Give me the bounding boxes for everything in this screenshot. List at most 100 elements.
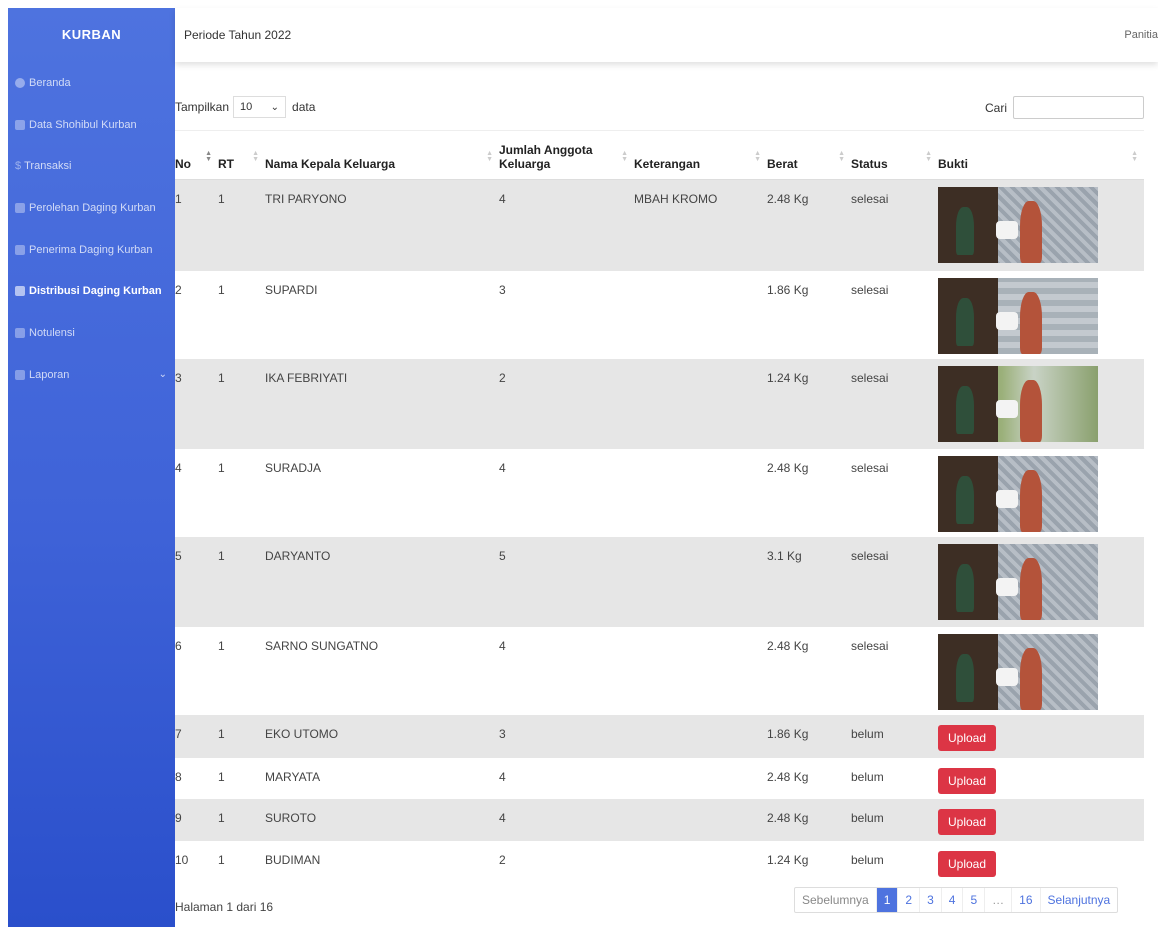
cell-bukti: Upload (938, 714, 1144, 758)
cell-rt: 1 (218, 270, 265, 359)
column-header-nama[interactable]: Nama Kepala Keluarga ▲ ▼ (265, 130, 499, 180)
column-header-keterangan[interactable]: Keterangan ▲ ▼ (634, 130, 767, 180)
period-label: Periode Tahun 2022 (184, 28, 292, 42)
page-button[interactable]: 3 (920, 888, 942, 912)
upload-button[interactable]: Upload (938, 808, 997, 835)
page-button[interactable]: 1 (876, 888, 899, 912)
cell-keterangan (634, 798, 767, 841)
cell-status: selesai (851, 448, 938, 537)
proof-photo[interactable] (938, 633, 1098, 710)
pagination-info: Halaman 1 dari 16 (175, 900, 274, 914)
sidebar-item-distribusi[interactable]: Distribusi Daging Kurban (8, 270, 175, 312)
cell-rt: 1 (218, 714, 265, 758)
sidebar-item-data-shohibul[interactable]: Data Shohibul Kurban (8, 104, 175, 146)
table-row: 1 1 TRI PARYONO 4 MBAH KROMO 2.48 Kg selesai (175, 179, 1144, 271)
page-button[interactable]: 4 (942, 888, 964, 912)
cell-rt: 1 (218, 626, 265, 715)
cell-berat: 2.48 Kg (767, 626, 851, 715)
sidebar-item-notulensi[interactable]: Notulensi (8, 312, 175, 354)
cell-status: selesai (851, 536, 938, 627)
sort-icon: ▲ ▼ (486, 150, 493, 163)
report-icon (15, 369, 25, 380)
column-header-berat[interactable]: Berat ▲ ▼ (767, 130, 851, 180)
cell-no: 2 (175, 270, 218, 359)
cell-status: selesai (851, 179, 938, 271)
user-menu[interactable]: Panitia (1124, 29, 1158, 41)
table-controls: Tampilkan 10 ⌄ data Cari (175, 62, 1158, 132)
table-header-row: No ▲ ▼ RT ▲ ▼ Nama Kepala Keluarga ▲ ▼ Jumlah … (175, 130, 1144, 180)
next-page-button[interactable]: Selanjutnya (1041, 888, 1118, 912)
upload-button[interactable]: Upload (938, 767, 997, 794)
cell-no: 3 (175, 358, 218, 449)
people-icon (15, 244, 25, 255)
save-icon (15, 327, 25, 338)
cell-keterangan (634, 270, 767, 359)
proof-photo[interactable] (938, 187, 1098, 263)
page-length-select[interactable]: 10 ⌄ (233, 96, 287, 118)
sidebar-item-beranda[interactable]: Beranda (8, 62, 175, 104)
column-header-rt[interactable]: RT ▲ ▼ (218, 130, 265, 180)
sidebar-item-label: Beranda (29, 76, 71, 89)
table-row: 3 1 IKA FEBRIYATI 2 1.24 Kg selesai (175, 358, 1144, 449)
prev-page-button[interactable]: Sebelumnya (795, 888, 877, 912)
table-row: 4 1 SURADJA 4 2.48 Kg selesai (175, 448, 1144, 537)
sort-icon: ▲ ▼ (205, 150, 212, 163)
cell-berat: 1.24 Kg (767, 358, 851, 449)
proof-photo[interactable] (938, 455, 1098, 532)
sidebar-item-label: Laporan (29, 368, 70, 381)
cell-jumlah: 4 (499, 626, 634, 715)
sidebar-item-penerima[interactable]: Penerima Daging Kurban (8, 229, 175, 271)
page-button[interactable]: 5 (963, 888, 986, 912)
cell-no: 7 (175, 714, 218, 758)
proof-photo[interactable] (938, 277, 1098, 354)
cell-jumlah: 4 (499, 757, 634, 799)
sidebar-item-perolehan[interactable]: Perolehan Daging Kurban (8, 187, 175, 229)
cell-jumlah: 2 (499, 358, 634, 449)
cell-nama: SURADJA (265, 448, 499, 537)
column-header-jumlah[interactable]: Jumlah Anggota Keluarga ▲ ▼ (499, 130, 634, 180)
sidebar-item-transaksi[interactable]: $ Transaksi (8, 145, 175, 187)
column-header-bukti[interactable]: Bukti ▲ ▼ (938, 130, 1144, 180)
sidebar: KURBAN Beranda Data Shohibul Kurban $ Tr… (8, 8, 175, 927)
cell-bukti: Upload (938, 840, 1144, 882)
cell-no: 8 (175, 757, 218, 799)
brand-logo[interactable]: KURBAN (8, 8, 175, 60)
search-input[interactable] (1013, 96, 1144, 119)
cell-jumlah: 4 (499, 179, 634, 271)
cell-status: belum (851, 840, 938, 882)
length-prefix-label: Tampilkan (175, 100, 230, 114)
column-header-status[interactable]: Status ▲ ▼ (851, 130, 938, 180)
cell-no: 6 (175, 626, 218, 715)
upload-button[interactable]: Upload (938, 724, 997, 751)
cell-nama: IKA FEBRIYATI (265, 358, 499, 449)
cell-bukti (938, 626, 1144, 715)
cell-nama: SUROTO (265, 798, 499, 841)
proof-photo[interactable] (938, 365, 1098, 442)
cell-jumlah: 4 (499, 798, 634, 841)
table-row: 2 1 SUPARDI 3 1.86 Kg selesai (175, 270, 1144, 359)
cell-keterangan (634, 536, 767, 627)
cell-nama: SUPARDI (265, 270, 499, 359)
cell-rt: 1 (218, 448, 265, 537)
cell-rt: 1 (218, 179, 265, 271)
cell-keterangan: MBAH KROMO (634, 179, 767, 271)
page-button[interactable]: 16 (1012, 888, 1041, 912)
sidebar-item-laporan[interactable]: Laporan ⌄ (8, 354, 175, 396)
search-label: Cari (984, 100, 1007, 115)
distribution-table: No ▲ ▼ RT ▲ ▼ Nama Kepala Keluarga ▲ ▼ Jumlah … (175, 130, 1144, 882)
cell-no: 5 (175, 536, 218, 627)
cell-status: selesai (851, 626, 938, 715)
cell-bukti: Upload (938, 798, 1144, 841)
sidebar-item-label: Transaksi (24, 160, 72, 173)
users-icon (15, 119, 25, 130)
cell-berat: 1.86 Kg (767, 270, 851, 359)
column-header-no[interactable]: No ▲ ▼ (175, 130, 218, 180)
cell-rt: 1 (218, 840, 265, 882)
page-ellipsis: … (985, 888, 1013, 912)
proof-photo[interactable] (938, 543, 1098, 620)
dollar-icon: $ (15, 160, 22, 173)
page-button[interactable]: 2 (898, 888, 921, 912)
upload-button[interactable]: Upload (938, 850, 997, 877)
cell-nama: SARNO SUNGATNO (265, 626, 499, 715)
cell-jumlah: 2 (499, 840, 634, 882)
